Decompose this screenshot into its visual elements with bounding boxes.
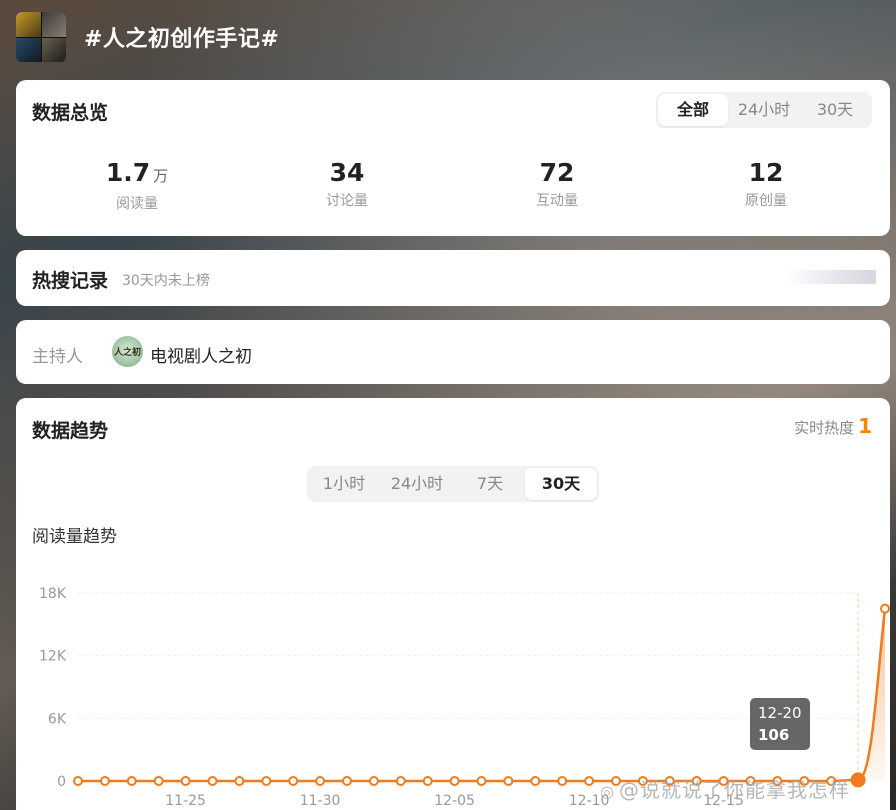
x-tick-label: 12-05	[434, 793, 475, 808]
y-tick-label: 18K	[39, 586, 67, 602]
y-tick-label: 6K	[48, 711, 67, 727]
data-point	[180, 776, 191, 786]
watermark: ◎ @说就说了你能拿我怎样	[600, 774, 850, 803]
range-24h[interactable]: 24小时	[379, 468, 455, 500]
trend-card: 数据趋势 实时热度 1 1小时 24小时 7天 30天 阅读量趋势 0 6K 12K…	[16, 398, 890, 810]
data-point	[530, 776, 541, 786]
hot-search-card[interactable]: 热搜记录 30天内未上榜	[16, 250, 890, 306]
tooltip-value: 106	[758, 726, 790, 744]
stat-interactions-label: 互动量	[536, 193, 578, 209]
y-tick-label: 12K	[39, 649, 67, 665]
data-point	[126, 776, 137, 786]
trend-range-filter: 1小时 24小时 7天 30天	[307, 466, 599, 502]
range-1h[interactable]: 1小时	[309, 468, 379, 500]
topic-header: #人之初创作手记#	[16, 12, 279, 62]
overview-card: 数据总览 全部 24小时 30天 1.7 万 阅读量 34 讨论量 72 互动量 …	[16, 80, 890, 236]
range-30d[interactable]: 30天	[525, 468, 597, 500]
overview-stats: 1.7 万 阅读量 34 讨论量 72 互动量 12 原创量	[16, 158, 890, 218]
host-card: 主持人 人之初 电视剧人之初	[16, 320, 890, 384]
data-point	[880, 603, 890, 614]
data-point	[557, 776, 568, 786]
stat-interactions: 72 互动量	[477, 158, 637, 210]
stat-reads: 1.7 万 阅读量	[57, 158, 217, 213]
stat-originals-label: 原创量	[745, 193, 787, 209]
x-tick-label: 11-30	[300, 793, 341, 808]
watermark-text: @说就说了你能拿我怎样	[618, 778, 850, 802]
topic-title: #人之初创作手记#	[84, 27, 280, 52]
stat-discussions-value: 34	[329, 158, 365, 187]
data-point	[261, 776, 272, 786]
data-point	[342, 776, 352, 786]
host-label: 主持人	[32, 347, 83, 367]
chart-title: 阅读量趋势	[32, 527, 117, 547]
series-area	[858, 608, 885, 781]
data-point	[395, 776, 406, 786]
stat-originals-value: 12	[748, 158, 784, 187]
data-point	[584, 776, 595, 786]
stat-reads-value: 1.7	[105, 158, 151, 187]
data-point	[315, 776, 326, 786]
data-point	[99, 776, 110, 786]
topic-thumbnail[interactable]	[16, 12, 66, 62]
hot-search-status: 30天内未上榜	[122, 273, 210, 289]
filter-30d[interactable]: 30天	[800, 94, 870, 126]
data-point	[288, 776, 299, 786]
data-point	[234, 776, 245, 786]
weibo-icon: ◎	[600, 782, 615, 801]
y-tick-label: 0	[57, 774, 66, 790]
host-avatar[interactable]: 人之初	[112, 336, 143, 367]
chart-tooltip: 12-20 106	[750, 698, 810, 750]
hot-search-title: 热搜记录	[32, 270, 109, 292]
filter-all[interactable]: 全部	[658, 94, 728, 126]
data-point	[73, 776, 83, 786]
stat-reads-unit: 万	[153, 167, 169, 185]
realtime-heat-label: 实时热度	[794, 419, 855, 437]
overview-title: 数据总览	[32, 102, 109, 124]
stat-interactions-value: 72	[539, 158, 575, 187]
data-point	[153, 776, 164, 786]
stat-originals: 12 原创量	[686, 158, 846, 210]
realtime-heat-value: 1	[858, 414, 872, 438]
host-name[interactable]: 电视剧人之初	[150, 342, 252, 367]
data-point	[850, 772, 866, 788]
stat-reads-label: 阅读量	[116, 196, 158, 212]
hot-search-placeholder	[786, 270, 876, 284]
data-point	[503, 776, 514, 786]
overview-filter: 全部 24小时 30天	[656, 92, 872, 128]
stat-discussions-label: 讨论量	[326, 193, 368, 209]
realtime-heat: 实时热度 1	[794, 414, 872, 438]
host-avatar-text: 人之初	[113, 348, 141, 358]
reads-trend-chart[interactable]: 06K12K18K11-25 11-30 12-05 12-10 12-15	[16, 568, 890, 808]
data-point	[368, 776, 379, 786]
trend-title: 数据趋势	[32, 420, 109, 442]
series-line	[78, 608, 887, 783]
tooltip-date: 12-20	[758, 704, 802, 722]
data-point	[422, 776, 433, 786]
data-point	[449, 776, 460, 786]
data-point	[207, 776, 218, 786]
stat-discussions: 34 讨论量	[267, 158, 427, 210]
data-point	[476, 776, 487, 786]
x-tick-label: 11-25	[165, 793, 206, 808]
range-7d[interactable]: 7天	[455, 468, 525, 500]
filter-24h[interactable]: 24小时	[728, 94, 800, 126]
